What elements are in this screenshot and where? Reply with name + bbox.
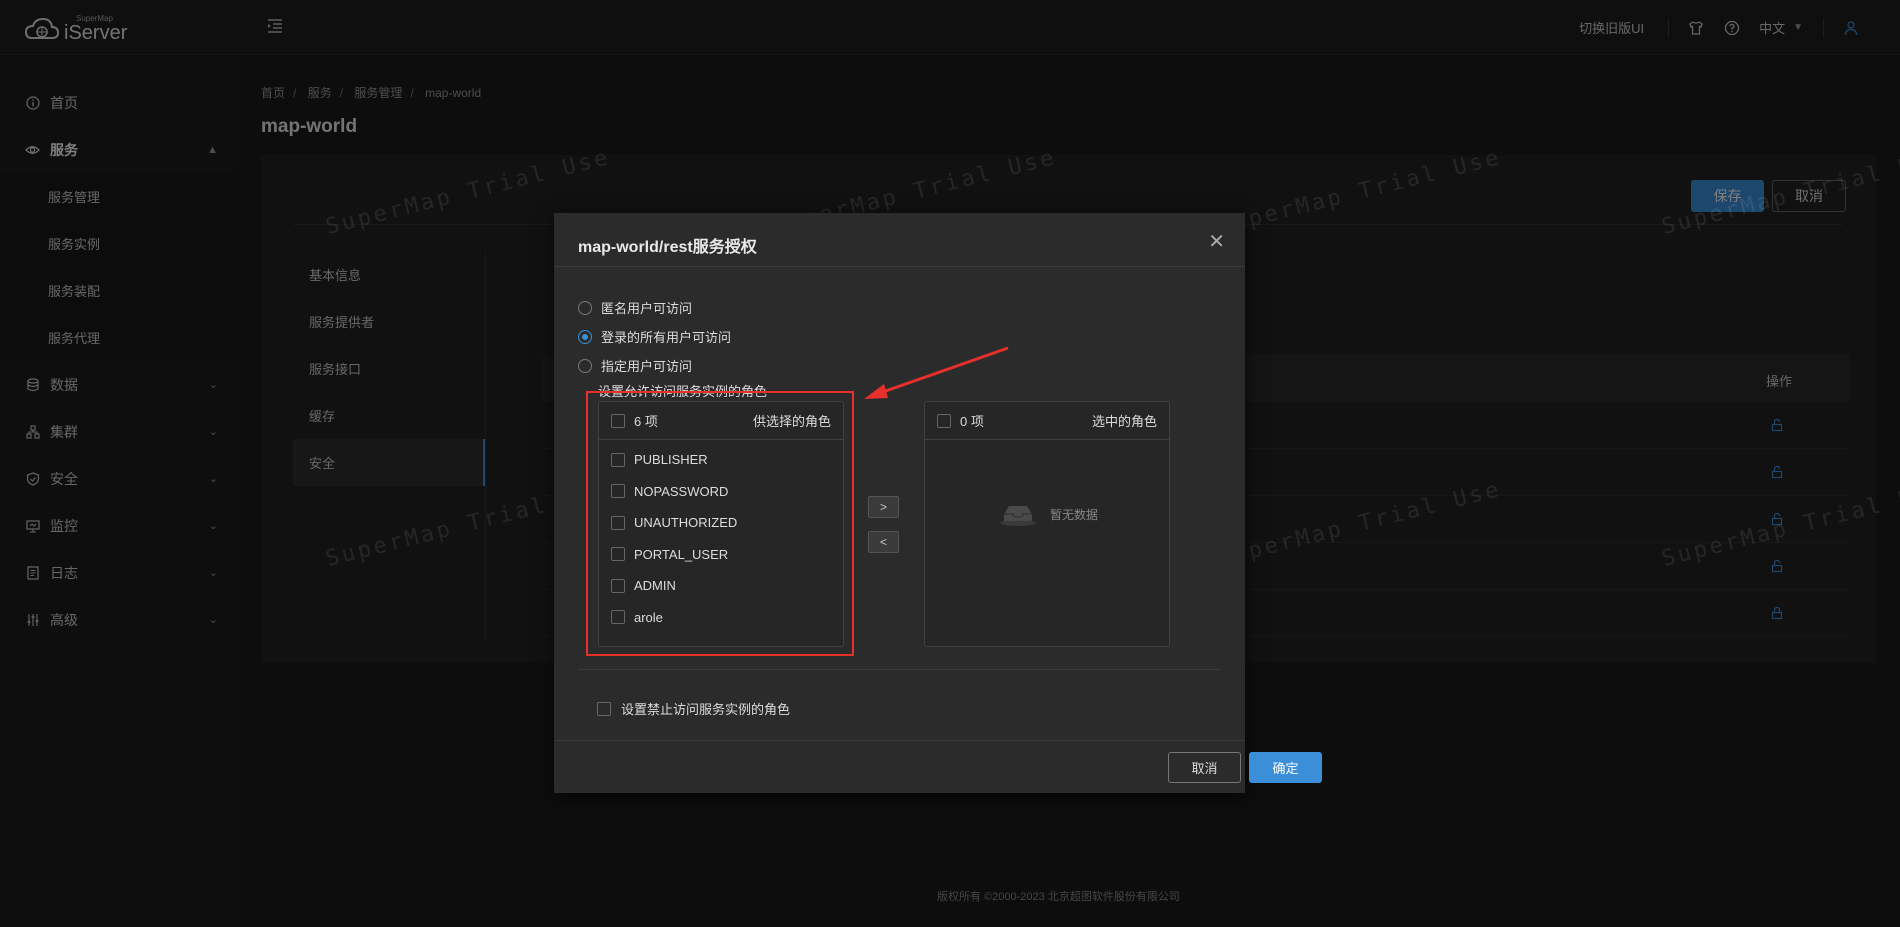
highlight-box bbox=[586, 391, 854, 656]
dialog-ok-button[interactable]: 确定 bbox=[1249, 752, 1322, 783]
divider bbox=[554, 266, 1245, 267]
dialog-cancel-button[interactable]: 取消 bbox=[1168, 752, 1241, 783]
radio-label: 指定用户可访问 bbox=[601, 359, 693, 374]
dialog-title: map-world/rest服务授权 bbox=[578, 239, 757, 256]
empty-text: 暂无数据 bbox=[1049, 507, 1098, 522]
selected-roles-list: 0 项 选中的角色 暂无数据 bbox=[924, 401, 1170, 647]
deny-roles-label: 设置禁止访问服务实例的角色 bbox=[621, 702, 791, 717]
radio-button[interactable] bbox=[578, 358, 592, 373]
checkbox[interactable] bbox=[597, 701, 611, 716]
move-left-button[interactable]: < bbox=[868, 531, 899, 553]
radio-label: 登录的所有用户可访问 bbox=[601, 330, 732, 345]
empty-state: 暂无数据 bbox=[925, 502, 1171, 526]
list-title: 选中的角色 bbox=[1091, 414, 1157, 429]
radio-all-logged-in[interactable]: 登录的所有用户可访问 bbox=[578, 327, 731, 346]
move-right-button[interactable]: > bbox=[868, 496, 899, 518]
close-icon[interactable]: ✕ bbox=[1208, 229, 1225, 254]
list-header: 0 项 选中的角色 bbox=[925, 402, 1169, 440]
radio-button-checked[interactable] bbox=[578, 329, 592, 344]
radio-label: 匿名用户可访问 bbox=[601, 301, 693, 316]
radio-anonymous[interactable]: 匿名用户可访问 bbox=[578, 298, 692, 317]
item-count: 0 项 bbox=[960, 414, 984, 429]
inbox-empty-icon bbox=[999, 506, 1036, 526]
radio-specified-users[interactable]: 指定用户可访问 bbox=[578, 356, 692, 375]
deny-roles-option[interactable]: 设置禁止访问服务实例的角色 bbox=[597, 699, 790, 718]
divider bbox=[578, 669, 1221, 670]
radio-button[interactable] bbox=[578, 300, 592, 315]
divider bbox=[554, 740, 1245, 741]
select-all-checkbox[interactable] bbox=[937, 413, 951, 428]
